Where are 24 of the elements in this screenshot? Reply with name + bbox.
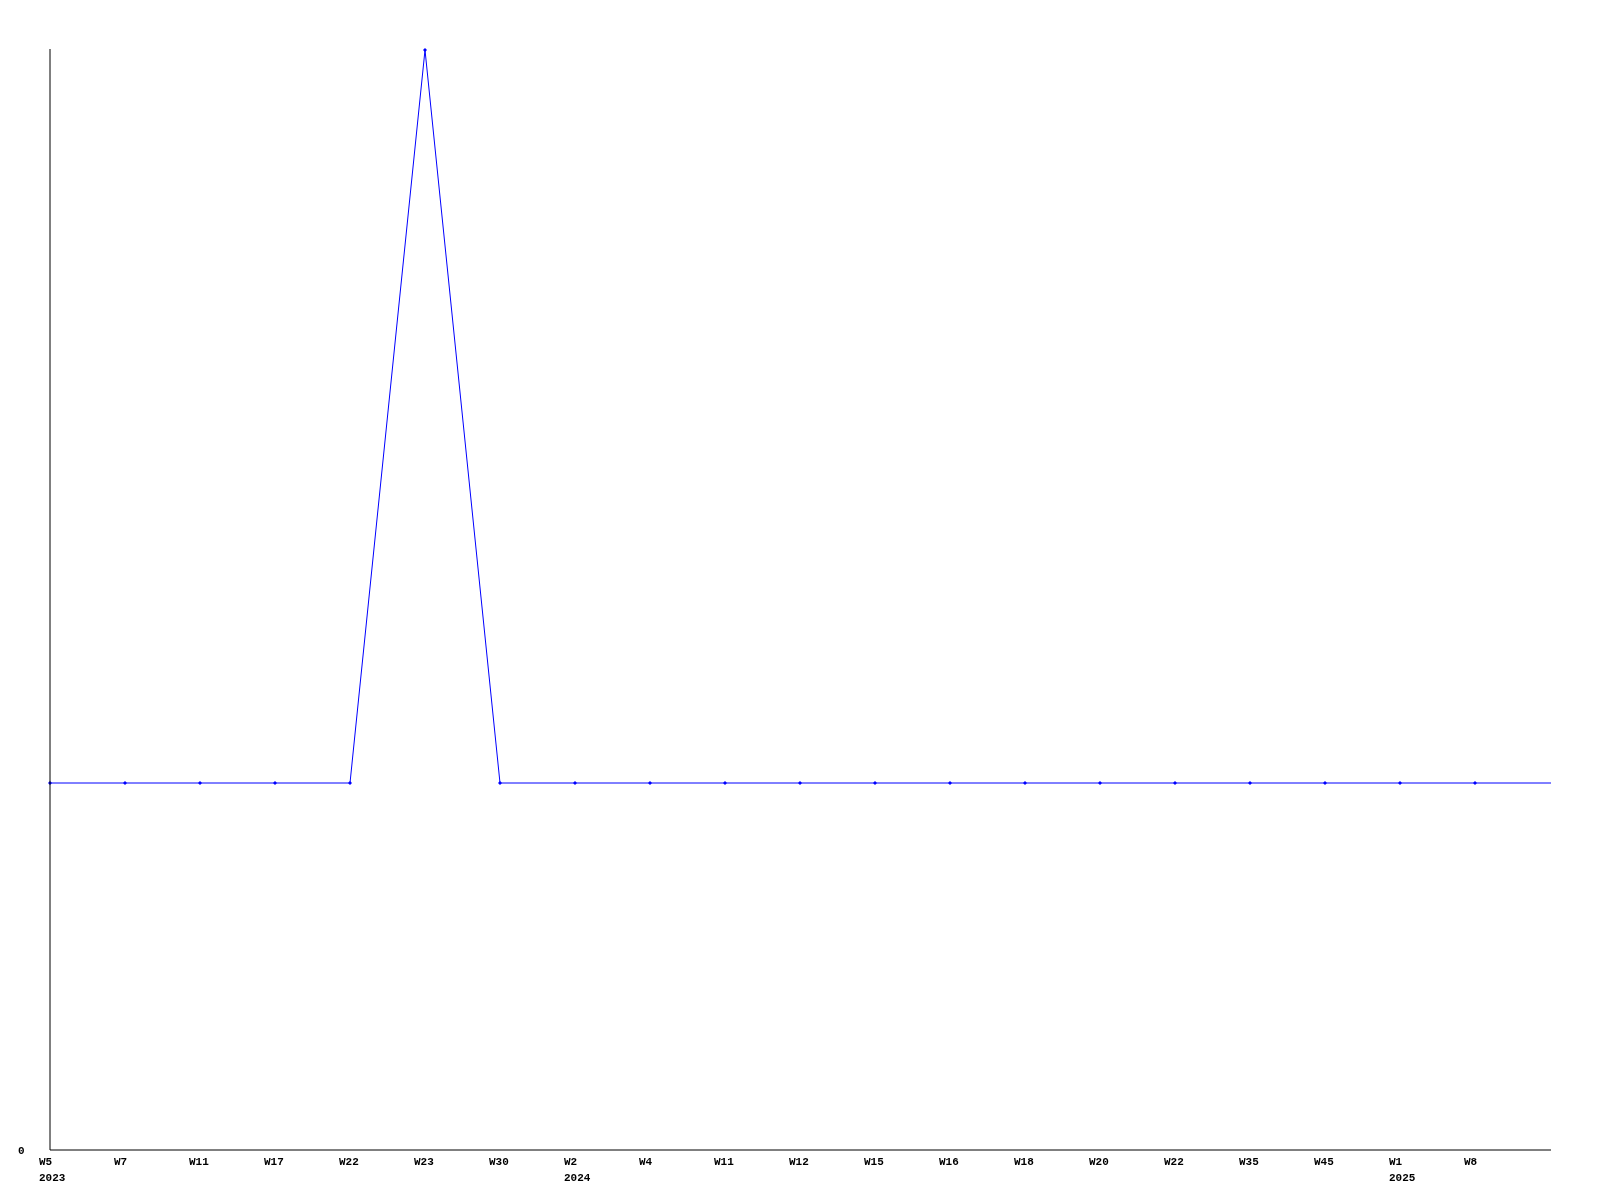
- year-label: 2023: [39, 1172, 66, 1184]
- x-tick-label: W4: [639, 1156, 653, 1168]
- x-tick-label: W18: [1014, 1156, 1034, 1168]
- x-tick-label: W45: [1314, 1156, 1334, 1168]
- x-tick-label: W22: [339, 1156, 359, 1168]
- x-tick-label: W5: [39, 1156, 53, 1168]
- x-tick-label: W23: [414, 1156, 434, 1168]
- x-tick-label: W1: [1389, 1156, 1403, 1168]
- x-tick-label: W8: [1464, 1156, 1478, 1168]
- x-tick-label: W11: [714, 1156, 734, 1168]
- year-label: 2024: [564, 1172, 591, 1184]
- x-tick-label: W15: [864, 1156, 884, 1168]
- x-tick-label: W2: [564, 1156, 578, 1168]
- x-tick-label: W35: [1239, 1156, 1259, 1168]
- x-tick-label: W16: [939, 1156, 959, 1168]
- x-tick-label: W17: [264, 1156, 284, 1168]
- x-tick-label: W11: [189, 1156, 209, 1168]
- x-tick-label: W7: [114, 1156, 128, 1168]
- y-tick-label: 0: [18, 1145, 25, 1157]
- x-tick-label: W20: [1089, 1156, 1109, 1168]
- x-tick-label: W12: [789, 1156, 809, 1168]
- year-label: 2025: [1389, 1172, 1416, 1184]
- x-tick-label: W30: [489, 1156, 509, 1168]
- x-tick-label: W22: [1164, 1156, 1184, 1168]
